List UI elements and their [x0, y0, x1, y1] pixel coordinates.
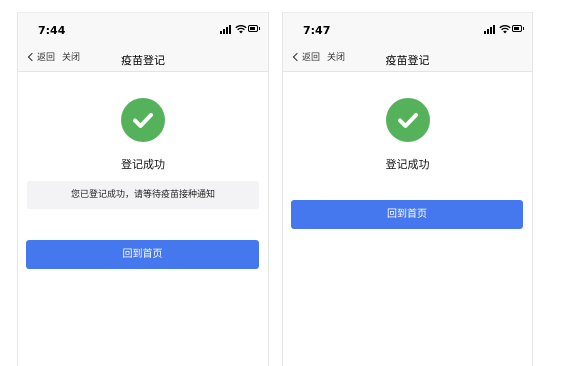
- battery-icon: [512, 25, 524, 32]
- status-icons: [484, 23, 524, 35]
- status-time: 7:47: [303, 24, 331, 37]
- main-content: 登记成功 您已登记成功，请等待疫苗接种通知 回到首页: [18, 72, 268, 366]
- success-title: 登记成功: [121, 158, 165, 171]
- phone-screen-left: 7:44 返回 关闭 疫苗登记 登记成功 您已登记成功，请等待疫苗接种通知 回到…: [17, 12, 269, 366]
- main-content: 登记成功 回到首页: [283, 72, 532, 366]
- phone-screen-right: 7:47 返回 关闭 疫苗登记 登记成功 回到首页: [282, 12, 533, 366]
- status-time: 7:44: [38, 24, 66, 37]
- success-check-icon: [121, 98, 165, 142]
- wifi-icon: [499, 25, 511, 34]
- back-to-home-button[interactable]: 回到首页: [26, 240, 259, 269]
- battery-icon: [248, 25, 260, 32]
- notice-message: 您已登记成功，请等待疫苗接种通知: [27, 181, 259, 209]
- success-check-icon: [385, 98, 430, 142]
- nav-bar: 返回 关闭 疫苗登记: [18, 45, 268, 72]
- success-title: 登记成功: [385, 158, 430, 171]
- page-title: 疫苗登记: [385, 54, 430, 67]
- page-title: 疫苗登记: [121, 54, 165, 67]
- wifi-icon: [235, 25, 247, 34]
- signal-icon: [220, 25, 232, 34]
- back-to-home-button[interactable]: 回到首页: [291, 200, 523, 229]
- status-bar: 7:47: [283, 13, 532, 45]
- nav-bar: 返回 关闭 疫苗登记: [283, 45, 532, 72]
- status-icons: [220, 23, 260, 35]
- status-bar: 7:44: [18, 13, 268, 45]
- signal-icon: [484, 25, 496, 34]
